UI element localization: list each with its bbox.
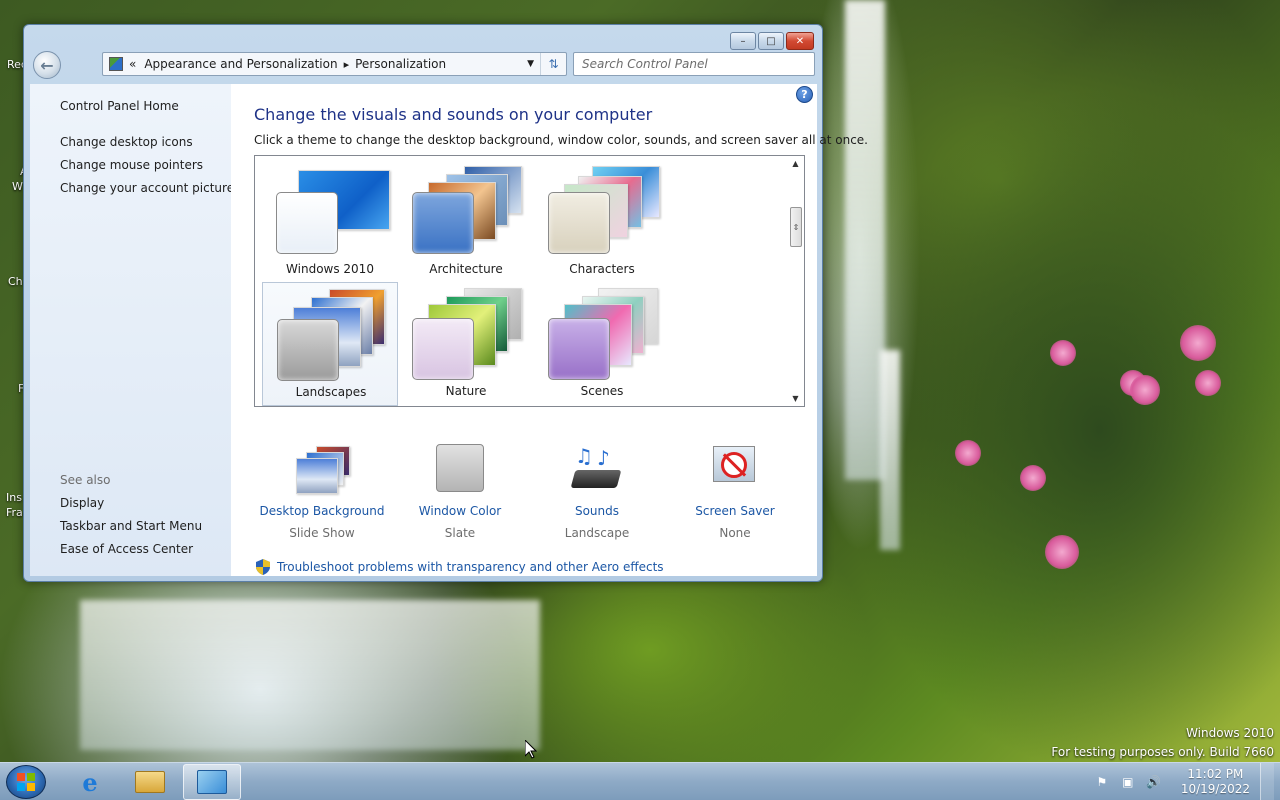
close-button[interactable]: ✕: [786, 32, 814, 50]
change-desktop-icons-link[interactable]: Change desktop icons: [60, 135, 193, 149]
windows-logo-icon: [17, 773, 35, 791]
desktop-icon-label: Ch: [8, 275, 23, 288]
theme-label: Landscapes: [295, 385, 367, 399]
troubleshoot-link[interactable]: Troubleshoot problems with transparency …: [256, 559, 664, 575]
theme-label: Architecture: [429, 262, 503, 276]
desktop-background-icon: [294, 444, 350, 496]
theme-thumbnail: [542, 288, 667, 380]
theme-thumbnail: [270, 166, 395, 258]
theme-scenes[interactable]: Scenes: [534, 282, 670, 406]
mouse-cursor-icon: [525, 740, 537, 759]
chevron-down-icon[interactable]: ▼: [527, 59, 534, 69]
show-desktop-button[interactable]: [1260, 763, 1274, 800]
theme-gallery: Windows 2010 Architecture Characters Lan…: [254, 155, 805, 407]
control-panel-icon: [109, 57, 123, 71]
internet-explorer-icon: e: [82, 767, 98, 797]
theme-gallery-scrollbar[interactable]: ▲ ⇕ ▼: [787, 156, 804, 406]
start-button[interactable]: [6, 765, 46, 799]
back-button[interactable]: ←: [33, 51, 61, 79]
theme-label: Windows 2010: [286, 262, 374, 276]
window-color-icon: [432, 444, 488, 496]
theme-characters[interactable]: Characters: [534, 160, 670, 284]
screen-saver-value: None: [719, 526, 751, 540]
desktop-icon-label: W: [12, 180, 23, 193]
screen-saver-link[interactable]: Screen Saver: [667, 504, 803, 518]
change-mouse-pointers-link[interactable]: Change mouse pointers: [60, 158, 203, 172]
ease-of-access-link[interactable]: Ease of Access Center: [60, 542, 193, 556]
window-controls: – □ ✕: [730, 32, 814, 50]
page-subtitle: Click a theme to change the desktop back…: [254, 133, 868, 147]
theme-nature[interactable]: Nature: [398, 282, 534, 406]
sounds-link[interactable]: Sounds: [529, 504, 665, 518]
theme-thumbnail: [406, 288, 531, 380]
screen-saver-icon: [707, 444, 763, 496]
build-watermark-info: For testing purposes only. Build 7660: [1051, 745, 1274, 759]
scrollbar-thumb[interactable]: ⇕: [790, 207, 802, 247]
taskbar-start-menu-link[interactable]: Taskbar and Start Menu: [60, 519, 202, 533]
shield-icon: [256, 559, 270, 575]
taskbar-control-panel[interactable]: [183, 764, 241, 800]
system-tray: ⚑ ▣ 🔊 11:02 PM 10/19/2022: [1089, 763, 1274, 800]
desktop-icon-label: Ins: [6, 491, 22, 504]
folder-icon: [135, 771, 165, 793]
clock-date: 10/19/2022: [1180, 782, 1250, 796]
theme-thumbnail: [406, 166, 531, 258]
network-icon[interactable]: ▣: [1119, 773, 1137, 791]
desktop-background-setting[interactable]: Desktop Background Slide Show: [254, 444, 390, 540]
search-input[interactable]: Search Control Panel: [573, 52, 815, 76]
breadcrumb-separator-icon[interactable]: ▸: [344, 58, 350, 71]
help-icon[interactable]: ?: [796, 86, 813, 103]
window-color-setting[interactable]: Window Color Slate: [392, 444, 528, 540]
clock-time: 11:02 PM: [1187, 767, 1244, 781]
refresh-icon[interactable]: ⇅: [540, 53, 566, 75]
troubleshoot-label: Troubleshoot problems with transparency …: [277, 560, 664, 574]
scroll-up-icon[interactable]: ▲: [787, 156, 804, 171]
sounds-value: Landscape: [564, 526, 630, 540]
address-bar[interactable]: « Appearance and Personalization ▸ Perso…: [102, 52, 567, 76]
control-panel-home-link[interactable]: Control Panel Home: [60, 99, 179, 113]
theme-label: Scenes: [580, 384, 624, 398]
breadcrumb-overflow-chevron[interactable]: «: [129, 57, 136, 71]
display-link[interactable]: Display: [60, 496, 104, 510]
main-content: ? Change the visuals and sounds on your …: [231, 84, 868, 576]
breadcrumb-appearance[interactable]: Appearance and Personalization: [144, 57, 337, 71]
taskbar: e ⚑ ▣ 🔊 11:02 PM 10/19/2022: [0, 762, 1280, 800]
build-watermark-title: Windows 2010: [1186, 726, 1274, 740]
desktop-background-value: Slide Show: [289, 526, 355, 540]
back-arrow-icon: ←: [40, 55, 54, 75]
window-color-value: Slate: [444, 526, 476, 540]
personalization-window: – □ ✕ ← « Appearance and Personalization…: [23, 24, 868, 582]
control-panel-icon: [197, 770, 227, 794]
breadcrumb-personalization[interactable]: Personalization: [355, 57, 446, 71]
change-account-picture-link[interactable]: Change your account picture: [60, 181, 234, 195]
volume-icon[interactable]: 🔊: [1145, 773, 1163, 791]
scroll-down-icon[interactable]: ▼: [787, 391, 804, 406]
maximize-button[interactable]: □: [758, 32, 784, 50]
theme-windows-2010[interactable]: Windows 2010: [262, 160, 398, 284]
desktop-icon-label: Fra: [6, 506, 23, 519]
theme-architecture[interactable]: Architecture: [398, 160, 534, 284]
page-title: Change the visuals and sounds on your co…: [254, 105, 653, 124]
screen-saver-setting[interactable]: Screen Saver None: [667, 444, 803, 540]
theme-label: Nature: [445, 384, 487, 398]
theme-thumbnail: [542, 166, 667, 258]
minimize-button[interactable]: –: [730, 32, 756, 50]
theme-thumbnail: [271, 289, 396, 381]
taskbar-windows-explorer[interactable]: [121, 764, 179, 800]
sounds-setting[interactable]: ♫ ♪ Sounds Landscape: [529, 444, 665, 540]
window-color-link[interactable]: Window Color: [392, 504, 528, 518]
theme-landscapes[interactable]: Landscapes: [262, 282, 398, 406]
desktop-background-link[interactable]: Desktop Background: [254, 504, 390, 518]
taskbar-internet-explorer[interactable]: e: [61, 764, 119, 800]
sounds-icon: ♫ ♪: [569, 444, 625, 496]
left-task-pane: Control Panel Home Change desktop icons …: [30, 84, 234, 576]
clock[interactable]: 11:02 PM 10/19/2022: [1181, 767, 1250, 797]
see-also-heading: See also: [60, 473, 111, 487]
action-center-flag-icon[interactable]: ⚑: [1093, 773, 1111, 791]
theme-label: Characters: [569, 262, 635, 276]
